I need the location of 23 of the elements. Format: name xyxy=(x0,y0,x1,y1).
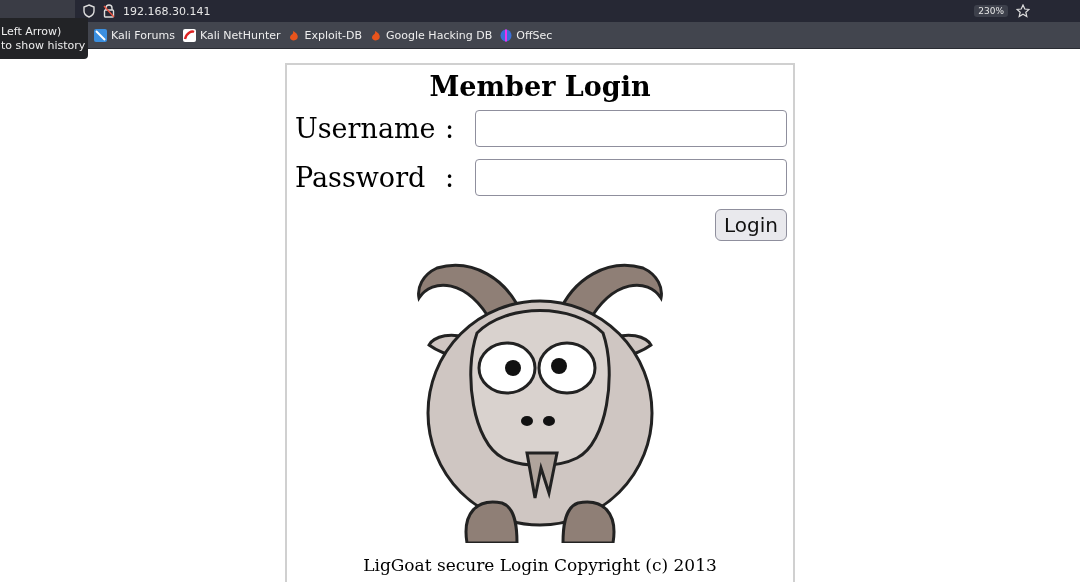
flame-icon xyxy=(288,29,301,41)
shield-icon[interactable] xyxy=(83,4,95,18)
bookmark-item[interactable]: Kali NetHunter xyxy=(183,28,281,42)
field-label: Username xyxy=(294,113,437,144)
login-button[interactable]: Login xyxy=(715,209,787,241)
tooltip-text: Left Arrow) xyxy=(1,24,62,39)
bookmark-item[interactable]: Exploit-DB xyxy=(288,28,363,42)
bookmark-item[interactable]: Google Hacking DB xyxy=(370,28,493,42)
url-text: 192.168.30.141 xyxy=(123,4,211,18)
input-field[interactable] xyxy=(475,159,787,196)
field-label: Password xyxy=(294,162,427,193)
flame-icon xyxy=(370,29,383,41)
bookmark-item[interactable]: Kali Forums xyxy=(94,28,175,42)
insecure-lock-icon[interactable] xyxy=(103,4,115,18)
bookmark-item[interactable]: OffSec xyxy=(500,28,553,42)
colon-separator: : xyxy=(445,162,456,193)
copyright-text: LigGoat secure Login Copyright (c) 2013 xyxy=(363,555,717,575)
colon-separator: : xyxy=(445,113,456,144)
tooltip-text: to show history xyxy=(1,38,86,53)
zoom-badge[interactable]: 230% xyxy=(974,5,1008,17)
input-field[interactable] xyxy=(475,110,787,147)
login-title: Member Login xyxy=(429,71,651,102)
star-icon[interactable] xyxy=(1016,4,1030,18)
